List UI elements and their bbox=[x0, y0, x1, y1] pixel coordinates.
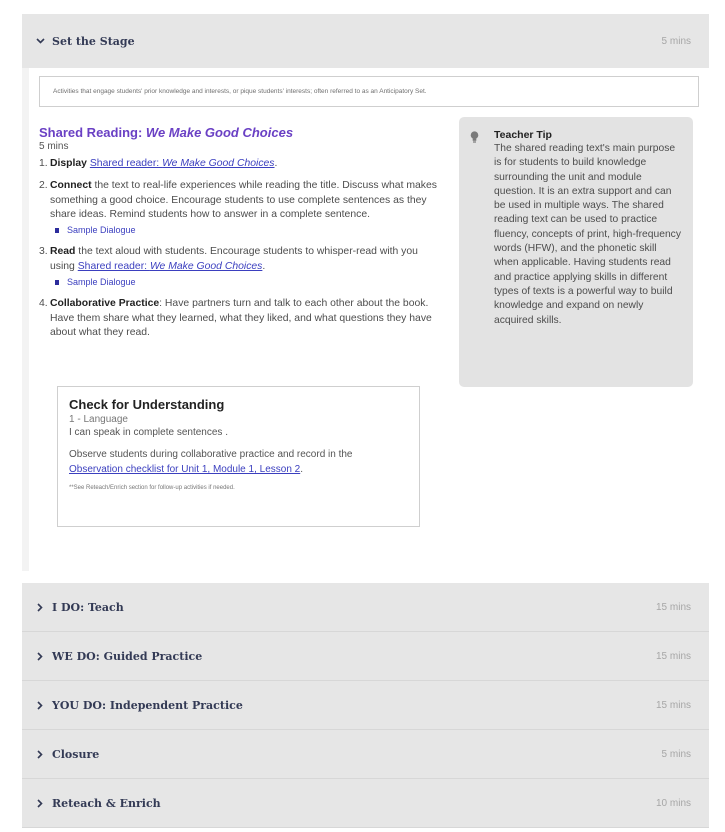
chevron-right-icon bbox=[34, 699, 46, 711]
step-item: 3. Read the text aloud with students. En… bbox=[39, 245, 444, 289]
section-description: Activities that engage students' prior k… bbox=[39, 76, 699, 107]
step-item: 4. Collaborative Practice: Have partners… bbox=[39, 297, 444, 340]
chevron-right-icon bbox=[34, 601, 46, 613]
sample-dialogue-link[interactable]: Sample Dialogue bbox=[50, 275, 444, 289]
step-verb: Connect bbox=[50, 180, 92, 192]
cfu-goal: I can speak in complete sentences . bbox=[69, 427, 228, 438]
step-number: 4. bbox=[39, 298, 48, 310]
activity-title-prefix: Shared Reading: bbox=[39, 125, 146, 140]
link-book: We Make Good Choices bbox=[162, 158, 275, 169]
cfu-standard: 1 - Language bbox=[69, 414, 128, 425]
section-duration: 15 mins bbox=[655, 650, 691, 662]
section-duration: 15 mins bbox=[655, 699, 691, 711]
lightbulb-icon bbox=[467, 129, 481, 377]
step-number: 2. bbox=[39, 180, 48, 192]
section-title: YOU DO: Independent Practice bbox=[52, 698, 243, 712]
activity-title: Shared Reading: We Make Good Choices bbox=[39, 125, 444, 140]
sample-dialogue-label: Sample Dialogue bbox=[67, 225, 136, 236]
check-for-understanding: Check for Understanding 1 - Language I c… bbox=[57, 386, 420, 527]
link-book: We Make Good Choices bbox=[149, 260, 263, 272]
lesson-accordion: Set the Stage 5 mins Activities that eng… bbox=[22, 14, 709, 828]
step-tail: . bbox=[262, 260, 266, 272]
activity-content: Shared Reading: We Make Good Choices 5 m… bbox=[39, 125, 444, 348]
cfu-title: Check for Understanding bbox=[69, 397, 225, 412]
teacher-tip-card: Teacher Tip The shared reading text's ma… bbox=[459, 117, 693, 387]
activity-steps: 1. Display Shared reader: We Make Good C… bbox=[39, 157, 444, 340]
cfu-observation-text: Observe students during collaborative pr… bbox=[69, 449, 353, 460]
section-duration: 10 mins bbox=[655, 797, 691, 809]
chevron-right-icon bbox=[34, 650, 46, 662]
step-verb: Display bbox=[50, 158, 87, 169]
section-duration: 5 mins bbox=[661, 748, 691, 760]
section-title: Closure bbox=[52, 747, 100, 761]
link-prefix: Shared reader: bbox=[89, 158, 163, 169]
step-text: the text to real-life experiences while … bbox=[50, 180, 437, 220]
bullet-icon bbox=[55, 227, 59, 233]
section-set-the-stage: Set the Stage 5 mins Activities that eng… bbox=[22, 14, 709, 571]
step-item: 1. Display Shared reader: We Make Good C… bbox=[39, 157, 444, 171]
tip-title: Teacher Tip bbox=[494, 129, 552, 141]
step-verb: Read bbox=[50, 246, 76, 258]
section-title: WE DO: Guided Practice bbox=[52, 649, 203, 663]
section-header-i-do[interactable]: I DO: Teach 15 mins bbox=[22, 583, 709, 632]
chevron-down-icon bbox=[34, 35, 46, 47]
shared-reader-link[interactable]: Shared reader: We Make Good Choices bbox=[90, 158, 275, 169]
cfu-observation-tail: . bbox=[300, 464, 304, 475]
observation-checklist-link[interactable]: Observation checklist for Unit 1, Module… bbox=[69, 464, 300, 475]
cfu-note: **See Reteach/Enrich section for follow-… bbox=[69, 485, 235, 491]
section-header-closure[interactable]: Closure 5 mins bbox=[22, 730, 709, 779]
step-number: 1. bbox=[39, 158, 48, 169]
section-header-set-the-stage[interactable]: Set the Stage 5 mins bbox=[22, 14, 709, 68]
section-body: Activities that engage students' prior k… bbox=[29, 68, 709, 571]
section-duration: 15 mins bbox=[655, 601, 691, 613]
section-title: Reteach & Enrich bbox=[52, 796, 161, 810]
section-gap bbox=[22, 571, 709, 583]
section-title: Set the Stage bbox=[52, 34, 135, 48]
section-duration: 5 mins bbox=[661, 35, 691, 47]
section-header-reteach-enrich[interactable]: Reteach & Enrich 10 mins bbox=[22, 779, 709, 828]
bullet-icon bbox=[55, 279, 59, 285]
step-verb: Collaborative Practice bbox=[50, 298, 160, 310]
step-number: 3. bbox=[39, 246, 48, 258]
tip-text: The shared reading text's main purpose i… bbox=[494, 143, 681, 326]
sample-dialogue-label: Sample Dialogue bbox=[67, 277, 136, 288]
activity-duration: 5 mins bbox=[39, 141, 69, 152]
sample-dialogue-link[interactable]: Sample Dialogue bbox=[50, 223, 444, 237]
link-prefix: Shared reader: bbox=[77, 260, 150, 272]
activity-title-book: We Make Good Choices bbox=[145, 125, 294, 140]
chevron-right-icon bbox=[34, 797, 46, 809]
shared-reader-link[interactable]: Shared reader: We Make Good Choices bbox=[78, 261, 263, 272]
cfu-observation: Observe students during collaborative pr… bbox=[69, 447, 408, 477]
section-header-we-do[interactable]: WE DO: Guided Practice 15 mins bbox=[22, 632, 709, 681]
chevron-right-icon bbox=[34, 748, 46, 760]
section-title: I DO: Teach bbox=[52, 600, 124, 614]
step-item: 2. Connect the text to real-life experie… bbox=[39, 179, 444, 237]
step-tail: . bbox=[274, 158, 278, 169]
section-header-you-do[interactable]: YOU DO: Independent Practice 15 mins bbox=[22, 681, 709, 730]
